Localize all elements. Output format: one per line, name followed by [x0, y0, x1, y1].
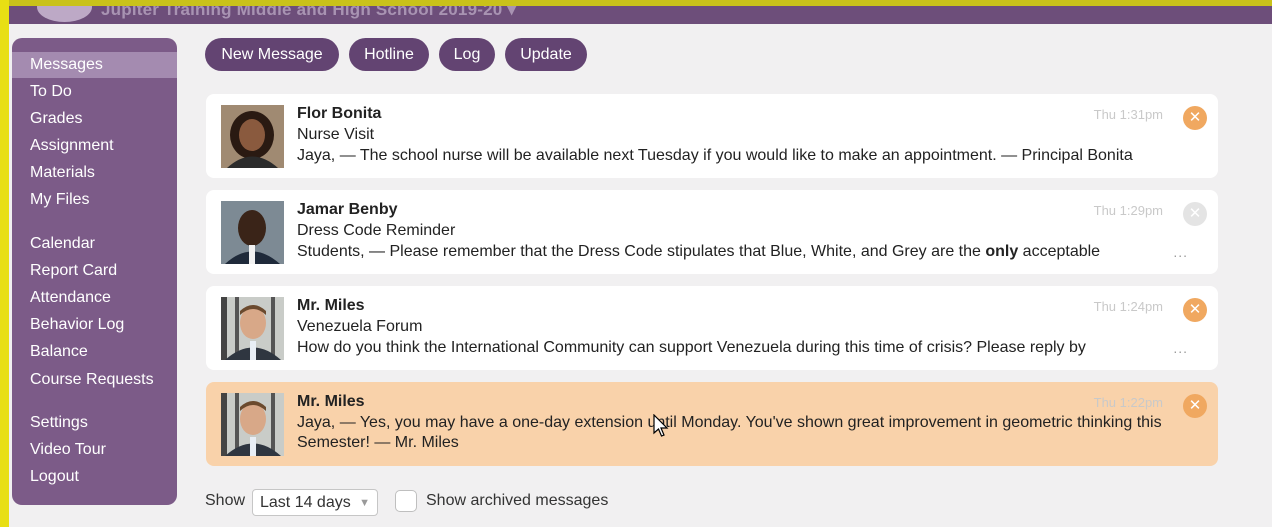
message-sender: Mr. Miles [297, 393, 365, 410]
hotline-button[interactable]: Hotline [349, 38, 429, 71]
message-time: Thu 1:24pm [1093, 299, 1163, 314]
more-indicator: ... [1173, 244, 1188, 260]
sidebar-item-calendar[interactable]: Calendar [12, 231, 177, 257]
log-button[interactable]: Log [439, 38, 495, 71]
update-button[interactable]: Update [505, 38, 587, 71]
message-subject: Dress Code Reminder [297, 222, 456, 239]
sidebar-item-report-card[interactable]: Report Card [12, 258, 177, 284]
sidebar-item-messages[interactable]: Messages [12, 52, 177, 78]
new-message-button[interactable]: New Message [205, 38, 339, 71]
message-sender: Mr. Miles [297, 297, 365, 314]
show-archived-label[interactable]: Show archived messages [426, 492, 608, 510]
message-time: Thu 1:22pm [1093, 395, 1163, 410]
avatar [221, 297, 284, 360]
close-icon[interactable]: ✕ [1183, 394, 1207, 418]
show-archived-checkbox[interactable] [395, 490, 417, 512]
close-icon[interactable]: ✕ [1183, 106, 1207, 130]
chevron-down-icon: ▼ [359, 497, 370, 509]
sidebar-item-to-do[interactable]: To Do [12, 79, 177, 105]
sidebar-item-materials[interactable]: Materials [12, 160, 177, 186]
sidebar-item-logout[interactable]: Logout [12, 464, 177, 490]
date-range-select[interactable]: Last 14 days ▼ [252, 489, 378, 516]
message-time: Thu 1:31pm [1093, 107, 1163, 122]
message-preview: How do you think the International Commu… [297, 339, 1086, 356]
message-preview: Jaya, — Yes, you may have a one-day exte… [297, 414, 1162, 451]
sidebar-nav: Messages To Do Grades Assignment Materia… [12, 38, 177, 505]
message-sender: Jamar Benby [297, 201, 398, 218]
message-card-nurse-visit[interactable]: Flor Bonita Nurse Visit Jaya, — The scho… [206, 94, 1218, 178]
message-subject: Venezuela Forum [297, 318, 423, 335]
sidebar-item-course-requests[interactable]: Course Requests [12, 367, 177, 393]
school-logo [37, 6, 92, 22]
avatar [221, 201, 284, 264]
app-header: Jupiter Training Middle and High School … [9, 6, 1272, 24]
message-preview: Jaya, — The school nurse will be availab… [297, 147, 1133, 164]
message-card-extension[interactable]: Mr. Miles Jaya, — Yes, you may have a on… [206, 382, 1218, 466]
message-preview: Students, — Please remember that the Dre… [297, 243, 1101, 260]
message-card-dress-code[interactable]: Jamar Benby Dress Code Reminder Students… [206, 190, 1218, 274]
date-range-value: Last 14 days [260, 494, 351, 511]
message-time: Thu 1:29pm [1093, 203, 1163, 218]
mouse-pointer-icon [653, 413, 669, 443]
sidebar-item-attendance[interactable]: Attendance [12, 285, 177, 311]
sidebar-item-my-files[interactable]: My Files [12, 187, 177, 213]
avatar [221, 105, 284, 168]
school-selector[interactable]: Jupiter Training Middle and High School … [101, 6, 516, 20]
sidebar-item-balance[interactable]: Balance [12, 339, 177, 365]
sidebar-item-video-tour[interactable]: Video Tour [12, 437, 177, 463]
message-sender: Flor Bonita [297, 105, 382, 122]
show-label: Show [205, 492, 246, 509]
avatar [221, 393, 284, 456]
close-icon[interactable]: ✕ [1183, 202, 1207, 226]
sidebar-item-assignment[interactable]: Assignment [12, 133, 177, 159]
more-indicator: ... [1173, 340, 1188, 356]
sidebar-item-grades[interactable]: Grades [12, 106, 177, 132]
sidebar-item-behavior-log[interactable]: Behavior Log [12, 312, 177, 338]
message-subject: Nurse Visit [297, 126, 375, 143]
sidebar-item-settings[interactable]: Settings [12, 410, 177, 436]
close-icon[interactable]: ✕ [1183, 298, 1207, 322]
message-card-venezuela-forum[interactable]: Mr. Miles Venezuela Forum How do you thi… [206, 286, 1218, 370]
screen-border-left [0, 0, 9, 527]
